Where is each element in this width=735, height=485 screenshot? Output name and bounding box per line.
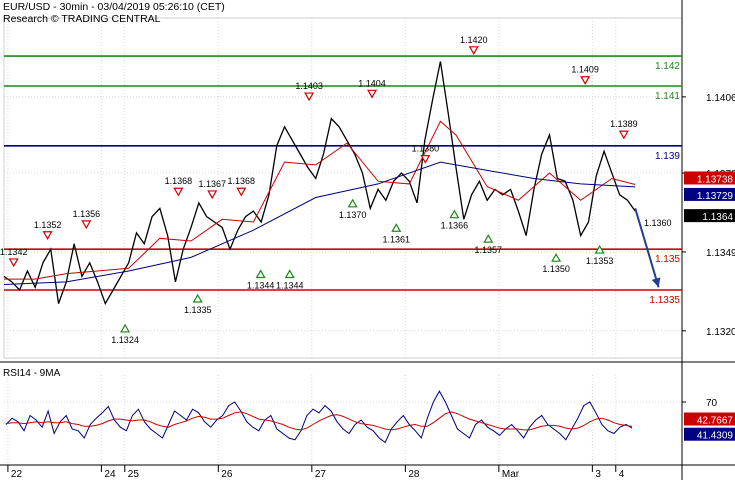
pivot-high-label: 1.1368 — [165, 176, 193, 186]
pivot-low-label: 1.1361 — [383, 234, 411, 244]
y-tick-label: 1.1320 — [706, 327, 735, 338]
last-price-tag: 1.1364 — [702, 212, 733, 223]
rsi-tick-label: 70 — [706, 398, 718, 409]
x-tick-label: 25 — [128, 469, 140, 480]
x-tick-label: 28 — [408, 469, 420, 480]
chart-subtitle: Research © TRADING CENTRAL — [3, 13, 161, 25]
pivot-low-label: 1.1344 — [247, 281, 275, 291]
rsi-value-tag: 41.4309 — [697, 431, 734, 442]
x-tick-label: 26 — [221, 469, 233, 480]
ma-slow-tag: 1.13729 — [697, 191, 734, 202]
level-label: 1.1335 — [649, 295, 680, 306]
pivot-high-label: 1.1352 — [34, 220, 62, 230]
x-tick-label: 4 — [619, 469, 625, 480]
x-tick-label: 24 — [104, 469, 116, 480]
chart-root: 1.142 1.141 1.139 1.135 1.1335 1.1342 1.1352 1… — [0, 0, 735, 480]
x-tick-label: 22 — [11, 469, 23, 480]
rsi-ma-tag: 42.7667 — [697, 416, 734, 427]
pivot-high-label: 1.1403 — [295, 81, 323, 91]
pivot-low-label: 1.1366 — [441, 221, 469, 231]
y-tick-label: 1.1349 — [706, 248, 735, 259]
ma-fast-tag: 1.13738 — [697, 174, 734, 185]
pivot-low-label: 1.1344 — [276, 281, 304, 291]
level-label: 1.139 — [655, 151, 680, 162]
pivot-low-label: 1.1357 — [475, 245, 503, 255]
chart-title: EUR/USD - 30min - 03/04/2019 05:26:10 (C… — [3, 1, 225, 13]
price-label: 1.1360 — [644, 218, 672, 228]
pivot-high-label: 1.1368 — [228, 176, 256, 186]
pivot-low-label: 1.1353 — [586, 256, 614, 266]
chart-svg: 1.142 1.141 1.139 1.135 1.1335 1.1342 1.1352 1… — [0, 0, 735, 480]
y-tick-label: 1.1406 — [706, 93, 735, 104]
pivot-high-label: 1.1367 — [198, 179, 226, 189]
pivot-high-label: 1.1389 — [610, 119, 638, 129]
x-tick-label: 3 — [595, 469, 601, 480]
pivot-high-label: 1.1420 — [460, 35, 488, 45]
pivot-high-label: 1.1380 — [412, 144, 440, 154]
pivot-high-label: 1.1404 — [358, 78, 386, 88]
pivot-low-label: 1.1324 — [111, 335, 139, 345]
rsi-title: RSI14 - 9MA — [3, 368, 61, 379]
level-label: 1.142 — [655, 61, 680, 72]
pivot-high-label: 1.1342 — [0, 247, 27, 257]
pivot-low-label: 1.1335 — [184, 305, 212, 315]
pivot-high-label: 1.1356 — [73, 209, 101, 219]
pivot-high-label: 1.1409 — [571, 65, 599, 75]
pivot-low-label: 1.1370 — [339, 210, 367, 220]
level-label: 1.135 — [655, 254, 680, 265]
level-label: 1.141 — [655, 91, 680, 102]
pivot-low-label: 1.1350 — [542, 264, 570, 274]
x-tick-label: 27 — [315, 469, 327, 480]
x-tick-label: Mar — [502, 469, 520, 480]
